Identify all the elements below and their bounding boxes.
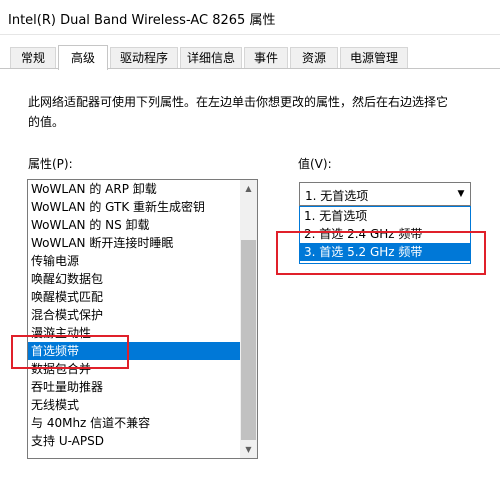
list-item[interactable]: WoWLAN 断开连接时睡眠 [28, 234, 240, 252]
tab-advanced[interactable]: 高级 [58, 45, 108, 70]
list-item[interactable]: 唤醒幻数据包 [28, 270, 240, 288]
dropdown-option[interactable]: 1. 无首选项 [300, 207, 470, 225]
property-label: 属性(P): [28, 157, 73, 171]
list-item[interactable]: WoWLAN 的 NS 卸载 [28, 216, 240, 234]
tab-details[interactable]: 详细信息 [180, 47, 242, 68]
dropdown-option[interactable]: 2. 首选 2.4 GHz 频带 [300, 225, 470, 243]
window-title: Intel(R) Dual Band Wireless-AC 8265 属性 [8, 13, 276, 28]
tab-power-management[interactable]: 电源管理 [340, 47, 408, 68]
tab-events[interactable]: 事件 [244, 47, 288, 68]
chevron-down-icon[interactable]: ▼ [452, 183, 470, 205]
window-titlebar: Intel(R) Dual Band Wireless-AC 8265 属性 [0, 0, 500, 35]
tab-driver[interactable]: 驱动程序 [110, 47, 178, 68]
listbox-scrollbar[interactable]: ▲ ▼ [240, 180, 257, 458]
tab-resources[interactable]: 资源 [290, 47, 338, 68]
list-item[interactable]: 漫游主动性 [28, 324, 240, 342]
scrollbar-thumb[interactable] [241, 240, 256, 440]
combobox-value: 1. 无首选项 [305, 189, 369, 203]
list-item[interactable]: 吞吐量助推器 [28, 378, 240, 396]
tab-strip: 常规 高级 驱动程序 详细信息 事件 资源 电源管理 [0, 45, 500, 70]
description-text: 此网络适配器可使用下列属性。在左边单击你想更改的属性，然后在右边选择它的值。 [28, 95, 449, 129]
list-item[interactable]: WoWLAN 的 GTK 重新生成密钥 [28, 198, 240, 216]
dropdown-option-highlighted[interactable]: 3. 首选 5.2 GHz 频带 [300, 243, 470, 261]
list-item[interactable]: 无线模式 [28, 396, 240, 414]
list-item[interactable]: 数据包合并 [28, 360, 240, 378]
list-item[interactable]: WoWLAN 的 ARP 卸载 [28, 180, 240, 198]
tab-general[interactable]: 常规 [10, 47, 56, 68]
value-label: 值(V): [298, 157, 332, 171]
value-combobox[interactable]: 1. 无首选项 ▼ [299, 182, 471, 206]
list-item[interactable]: 混合模式保护 [28, 306, 240, 324]
scroll-up-icon[interactable]: ▲ [240, 180, 257, 197]
list-item[interactable]: 唤醒模式匹配 [28, 288, 240, 306]
list-item[interactable]: 与 40Mhz 信道不兼容 [28, 414, 240, 432]
scroll-down-icon[interactable]: ▼ [240, 441, 257, 458]
list-item[interactable]: 传输电源 [28, 252, 240, 270]
list-item-selected[interactable]: 首选频带 [28, 342, 240, 360]
property-listbox[interactable]: WoWLAN 的 ARP 卸载 WoWLAN 的 GTK 重新生成密钥 WoWL… [27, 179, 258, 459]
value-dropdown-list[interactable]: 1. 无首选项 2. 首选 2.4 GHz 频带 3. 首选 5.2 GHz 频… [299, 206, 471, 264]
list-item[interactable]: 支持 U-APSD [28, 432, 240, 450]
